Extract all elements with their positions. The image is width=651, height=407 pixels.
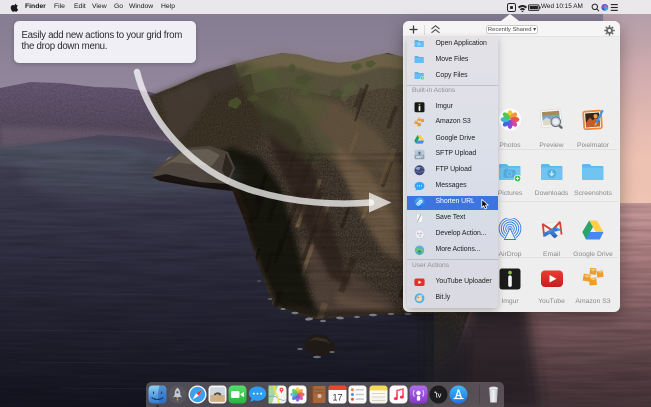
- svg-text:17: 17: [333, 393, 343, 403]
- svg-text:tv: tv: [435, 391, 441, 400]
